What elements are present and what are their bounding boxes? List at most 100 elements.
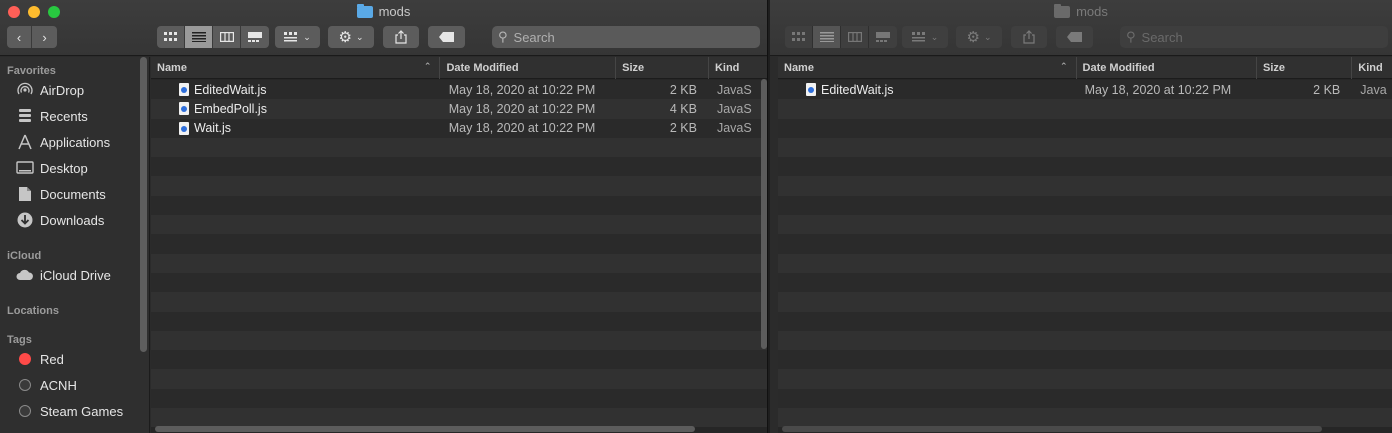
empty-row	[151, 137, 767, 158]
icon-view-button[interactable]	[785, 26, 813, 48]
airdrop-icon	[16, 81, 34, 99]
list-icon	[191, 32, 206, 42]
sidebar-item-label: Desktop	[40, 160, 88, 176]
chevron-right-icon: ›	[42, 29, 47, 45]
empty-row	[151, 157, 767, 177]
back-button[interactable]: ‹	[7, 26, 32, 48]
column-header-kind[interactable]: Kind	[709, 57, 767, 79]
tags-button[interactable]	[428, 26, 465, 48]
share-button[interactable]	[1011, 26, 1047, 48]
applications-icon	[16, 133, 34, 151]
group-by-button[interactable]: ⌄	[275, 26, 320, 48]
search-input[interactable]	[1141, 29, 1342, 45]
javascript-file-icon	[179, 102, 189, 116]
search-input[interactable]	[513, 29, 714, 45]
file-list: Name ⌃ Date Modified Size Kind EditedWai…	[778, 57, 1392, 433]
column-header-label: Size	[1263, 62, 1286, 74]
empty-row	[151, 176, 767, 196]
chevron-down-icon: ⌄	[930, 31, 939, 42]
table-row[interactable]: EmbedPoll.js May 18, 2020 at 10:22 PM 4 …	[151, 99, 767, 119]
table-row[interactable]: EditedWait.js May 18, 2020 at 10:22 PM 2…	[778, 80, 1392, 100]
forward-button[interactable]: ›	[32, 26, 57, 48]
search-field[interactable]: ⚲	[492, 26, 760, 48]
red-tag-icon	[19, 353, 31, 365]
empty-row	[151, 311, 767, 331]
icon-view-button[interactable]	[157, 26, 185, 48]
empty-row	[778, 176, 1392, 196]
horizontal-scrollbar[interactable]	[155, 426, 695, 432]
column-header-label: Kind	[1358, 62, 1383, 74]
sidebar-item-documents[interactable]: Documents	[0, 181, 149, 207]
window-title-text: mods	[378, 4, 411, 19]
sidebar-tag-acnh[interactable]: ACNH	[0, 372, 149, 398]
column-header-label: Name	[784, 62, 814, 74]
gallery-view-button[interactable]	[869, 26, 897, 48]
sidebar-item-applications[interactable]: Applications	[0, 129, 149, 155]
list-view-button[interactable]	[813, 26, 841, 48]
column-view-button[interactable]	[841, 26, 869, 48]
search-field[interactable]: ⚲	[1120, 26, 1388, 48]
sidebar-item-recents[interactable]: Recents	[0, 103, 149, 129]
empty-row	[778, 369, 1392, 389]
chevron-down-icon: ⌄	[303, 31, 311, 42]
sidebar-section-favorites: Favorites	[7, 65, 56, 77]
empty-row	[778, 330, 1392, 351]
empty-row	[151, 253, 767, 273]
action-button[interactable]: ⚙ ⌄	[956, 26, 1002, 48]
table-row[interactable]: Wait.js May 18, 2020 at 10:22 PM 2 KB Ja…	[151, 118, 767, 138]
sidebar-tag-red[interactable]: Red	[0, 346, 149, 372]
column-header-label: Date Modified	[446, 62, 519, 74]
gallery-icon	[876, 32, 890, 42]
file-name: EmbedPoll.js	[194, 101, 267, 116]
share-button[interactable]	[383, 26, 419, 48]
file-rows: EditedWait.js May 18, 2020 at 10:22 PM 2…	[151, 80, 767, 433]
column-header-size[interactable]: Size	[616, 57, 709, 79]
column-header-name[interactable]: Name ⌃	[778, 57, 1077, 79]
empty-row	[778, 157, 1392, 177]
file-name: EditedWait.js	[821, 82, 894, 97]
date-cell: May 18, 2020 at 10:22 PM	[1084, 82, 1232, 97]
horizontal-scrollbar[interactable]	[782, 426, 1322, 432]
sidebar-tag-steam-games[interactable]: Steam Games	[0, 398, 149, 424]
recents-icon	[16, 107, 34, 125]
sidebar-item-label: Steam Games	[40, 403, 124, 419]
column-header-size[interactable]: Size	[1257, 57, 1353, 79]
action-button[interactable]: ⚙ ⌄	[328, 26, 374, 48]
kind-cell: JavaS	[716, 101, 752, 116]
column-header-kind[interactable]: Kind	[1352, 57, 1392, 79]
column-header-name[interactable]: Name ⌃	[151, 57, 441, 79]
date-cell: May 18, 2020 at 10:22 PM	[448, 82, 596, 97]
sidebar-item-icloud-drive[interactable]: iCloud Drive	[0, 262, 149, 288]
sidebar-item-airdrop[interactable]: AirDrop	[0, 77, 149, 103]
sidebar-item-label: iCloud Drive	[40, 267, 111, 283]
column-header-label: Size	[622, 62, 645, 74]
gray-tag-icon	[19, 379, 31, 391]
group-by-button[interactable]: ⌄	[902, 26, 948, 48]
empty-row	[151, 272, 767, 293]
column-view-button[interactable]	[213, 26, 241, 48]
column-header-date[interactable]: Date Modified	[1077, 57, 1258, 79]
folder-icon	[1054, 3, 1071, 18]
chevron-left-icon: ‹	[16, 29, 22, 45]
downloads-icon	[16, 211, 34, 229]
gallery-view-button[interactable]	[241, 26, 269, 48]
sidebar-item-desktop[interactable]: Desktop	[0, 155, 149, 181]
view-mode-segment	[785, 26, 897, 48]
column-header-date[interactable]: Date Modified	[440, 57, 617, 79]
sidebar-section-tags: Tags	[7, 334, 32, 346]
vertical-scrollbar[interactable]	[761, 79, 767, 349]
tag-icon	[1066, 32, 1082, 42]
table-row[interactable]: EditedWait.js May 18, 2020 at 10:22 PM 2…	[151, 80, 767, 100]
folder-icon	[356, 3, 373, 18]
group-icon	[284, 32, 298, 42]
sidebar-item-downloads[interactable]: Downloads	[0, 207, 149, 233]
file-name-cell: EmbedPoll.js	[151, 99, 441, 118]
date-cell: May 18, 2020 at 10:22 PM	[448, 121, 596, 136]
kind-cell: Java	[1360, 82, 1387, 97]
tags-button[interactable]	[1056, 26, 1093, 48]
list-view-button[interactable]	[185, 26, 213, 48]
column-header: Name ⌃ Date Modified Size Kind	[151, 57, 767, 79]
column-header: Name ⌃ Date Modified Size Kind	[778, 57, 1392, 79]
gear-icon: ⚙	[966, 29, 980, 46]
sidebar-scrollbar[interactable]	[140, 57, 147, 352]
